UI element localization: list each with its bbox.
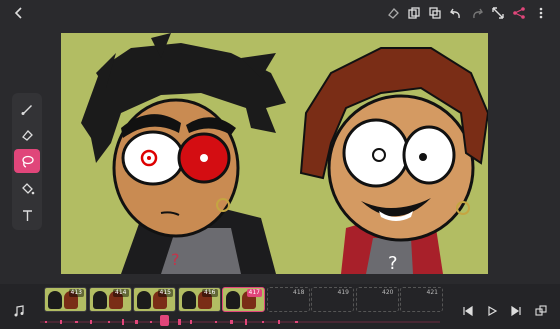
frame-number: 414 [113, 289, 129, 297]
left-character: ? [81, 33, 286, 274]
frame-thumbnail[interactable]: 416 [177, 287, 221, 312]
frame-preview-left [226, 291, 240, 309]
duplicate-icon[interactable] [426, 4, 444, 22]
frame-thumbnail[interactable]: 417 [222, 287, 265, 312]
bucket-icon [21, 182, 34, 194]
frame-timeline: 413 414 415 416 417 418 419 420 421 [0, 284, 560, 329]
frame-thumbnail[interactable]: 421 [400, 287, 443, 312]
eraser-icon[interactable] [384, 4, 402, 22]
fill-tool[interactable] [14, 176, 40, 200]
undo-icon[interactable] [447, 4, 465, 22]
tool-palette [12, 93, 42, 230]
frame-number: 415 [157, 289, 173, 297]
frame-number: 417 [246, 289, 262, 297]
drawing-canvas[interactable]: ? ? [61, 33, 488, 274]
frame-preview-left [181, 291, 196, 309]
music-note-icon[interactable] [10, 302, 28, 320]
back-arrow-icon[interactable] [10, 4, 28, 22]
onion-skin-icon[interactable] [532, 302, 550, 320]
eraser-tool[interactable] [14, 122, 40, 146]
frame-thumbnail[interactable]: 419 [311, 287, 354, 312]
share-icon[interactable] [510, 4, 528, 22]
skip-to-end-icon[interactable] [507, 302, 525, 320]
top-toolbar [0, 0, 560, 26]
right-character: ? [299, 47, 488, 274]
frame-thumbnail[interactable]: 413 [44, 287, 87, 312]
frame-number: 421 [426, 289, 438, 296]
lasso-tool[interactable] [14, 149, 40, 173]
frame-thumbnail[interactable]: 418 [266, 287, 310, 312]
frame-preview-left [137, 291, 151, 309]
frame-number: 416 [202, 289, 218, 297]
eraser-icon [21, 129, 33, 141]
svg-text:?: ? [388, 253, 398, 274]
drawing-artwork: ? ? [81, 33, 488, 274]
audio-waveform [40, 319, 440, 325]
frame-preview-left [48, 291, 62, 309]
copy-icon[interactable] [405, 4, 423, 22]
lasso-icon [21, 155, 34, 168]
play-icon[interactable] [483, 302, 501, 320]
expand-icon[interactable] [489, 4, 507, 22]
frame-thumbnail[interactable]: 414 [88, 287, 132, 312]
frame-number: 419 [337, 289, 349, 296]
frame-number: 413 [68, 289, 84, 297]
text-icon [22, 209, 32, 221]
frame-number: 420 [382, 289, 394, 296]
frame-thumbnail[interactable]: 415 [133, 287, 176, 312]
playhead[interactable] [160, 315, 169, 326]
more-vertical-icon[interactable] [532, 4, 550, 22]
svg-text:?: ? [171, 250, 180, 269]
frame-thumbnail[interactable]: 420 [355, 287, 399, 312]
brush-tool[interactable] [14, 96, 40, 120]
frame-preview-left [92, 291, 107, 309]
redo-icon[interactable] [468, 4, 486, 22]
brush-icon [21, 104, 32, 115]
skip-to-start-icon[interactable] [459, 302, 477, 320]
text-tool[interactable] [14, 203, 40, 227]
frame-number: 418 [293, 289, 305, 296]
